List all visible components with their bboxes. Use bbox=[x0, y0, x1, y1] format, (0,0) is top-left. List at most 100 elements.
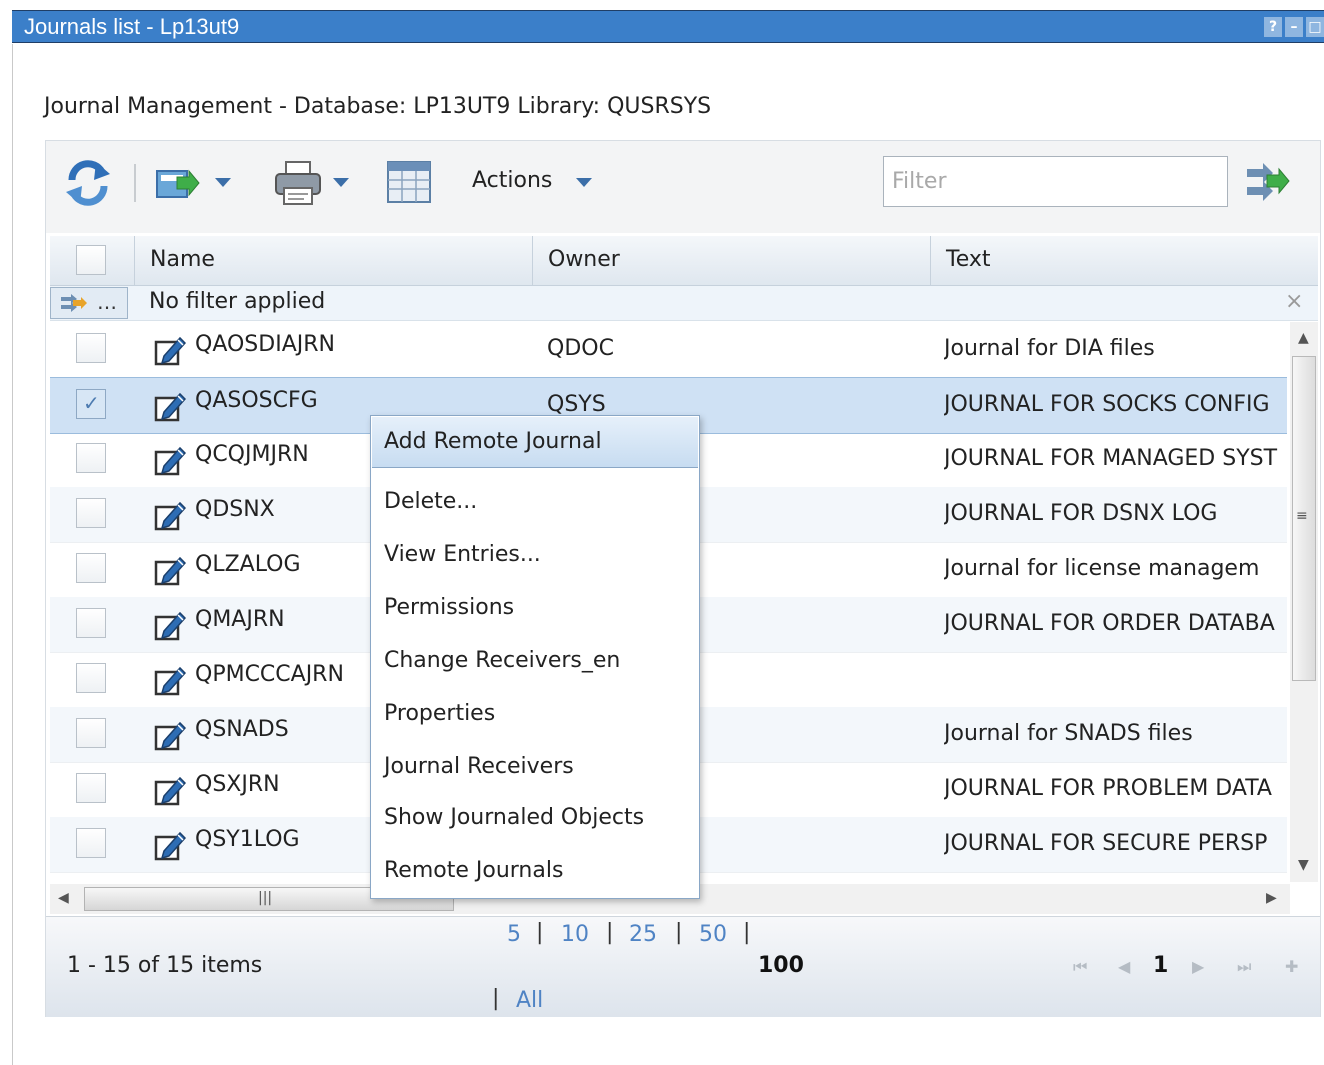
window-title: Journals list - Lp13ut9 bbox=[24, 14, 240, 39]
scroll-right-icon[interactable]: ▶ bbox=[1266, 890, 1277, 906]
context-menu-item-label: Add Remote Journal bbox=[384, 429, 602, 454]
maximize-button[interactable]: □ bbox=[1306, 17, 1324, 37]
context-menu-item[interactable]: Add Remote Journal bbox=[372, 417, 698, 468]
context-menu-item-label: Delete... bbox=[384, 489, 478, 514]
page-size-separator: | bbox=[606, 920, 614, 945]
scroll-left-icon[interactable]: ◀ bbox=[58, 890, 69, 906]
journal-icon bbox=[154, 829, 187, 861]
context-menu-item-label: Permissions bbox=[384, 595, 515, 620]
select-all-checkbox[interactable] bbox=[76, 245, 106, 275]
page-size-10[interactable]: 10 bbox=[561, 922, 589, 947]
window-titlebar: Journals list - Lp13ut9 ? – □ bbox=[12, 10, 1324, 43]
page-size-separator: | bbox=[675, 920, 683, 945]
filter-options-button[interactable]: … bbox=[50, 287, 128, 319]
journal-icon bbox=[154, 499, 187, 531]
row-checkbox[interactable] bbox=[76, 333, 106, 363]
context-menu-item[interactable]: Change Receivers_en bbox=[372, 636, 698, 686]
journal-text: JOURNAL FOR MANAGED SYST bbox=[944, 446, 1278, 471]
page-heading: Journal Management - Database: LP13UT9 L… bbox=[44, 94, 712, 119]
journal-name[interactable]: QMAJRN bbox=[195, 607, 285, 632]
first-page-icon[interactable]: ⏮ bbox=[1073, 957, 1087, 977]
help-button[interactable]: ? bbox=[1264, 17, 1282, 37]
export-icon[interactable] bbox=[155, 163, 201, 201]
journal-text: JOURNAL FOR SOCKS CONFIG bbox=[944, 392, 1270, 417]
journal-name[interactable]: QPMCCCAJRN bbox=[195, 662, 344, 687]
journal-icon bbox=[154, 444, 187, 476]
row-checkbox[interactable] bbox=[76, 553, 106, 583]
context-menu-item-label: Properties bbox=[384, 701, 496, 726]
column-header-text-label: Text bbox=[946, 247, 991, 272]
row-checkbox[interactable] bbox=[76, 389, 106, 419]
column-header-name-label: Name bbox=[150, 247, 215, 272]
journal-text: Journal for license managem bbox=[944, 556, 1260, 581]
page-size-5[interactable]: 5 bbox=[507, 922, 521, 947]
journal-name[interactable]: QCQJMJRN bbox=[195, 442, 309, 467]
go-to-page-icon[interactable]: ✚ bbox=[1285, 957, 1298, 976]
column-header-owner-label: Owner bbox=[548, 247, 620, 272]
actions-dropdown-arrow-icon[interactable] bbox=[576, 178, 592, 187]
table-config-icon[interactable] bbox=[386, 160, 432, 206]
current-page-number[interactable]: 1 bbox=[1153, 953, 1168, 978]
row-checkbox[interactable] bbox=[76, 663, 106, 693]
journal-name[interactable]: QASOSCFG bbox=[195, 388, 318, 413]
filter-status-text: No filter applied bbox=[149, 289, 326, 314]
journal-name[interactable]: QSY1LOG bbox=[195, 827, 300, 852]
next-page-icon[interactable]: ▶ bbox=[1192, 957, 1204, 976]
apply-filter-icon[interactable] bbox=[1243, 159, 1291, 205]
last-page-icon[interactable]: ⏭ bbox=[1237, 957, 1251, 977]
journal-name[interactable]: QDSNX bbox=[195, 497, 275, 522]
journal-text: JOURNAL FOR SECURE PERSP bbox=[944, 831, 1268, 856]
row-checkbox[interactable] bbox=[76, 608, 106, 638]
clear-filter-icon[interactable]: × bbox=[1285, 289, 1303, 314]
previous-page-icon[interactable]: ◀ bbox=[1118, 957, 1130, 976]
column-header-owner[interactable]: Owner bbox=[532, 236, 931, 285]
context-menu-item[interactable]: View Entries... bbox=[372, 530, 698, 580]
page-size-25[interactable]: 25 bbox=[629, 922, 657, 947]
journal-icon bbox=[154, 774, 187, 806]
row-checkbox[interactable] bbox=[76, 828, 106, 858]
journal-text: JOURNAL FOR DSNX LOG bbox=[944, 501, 1218, 526]
export-dropdown-arrow-icon[interactable] bbox=[215, 178, 231, 187]
page-size-50[interactable]: 50 bbox=[699, 922, 727, 947]
journal-text: Journal for SNADS files bbox=[944, 721, 1193, 746]
context-menu: Add Remote Journal Delete... View Entries.… bbox=[370, 415, 700, 899]
journal-icon bbox=[154, 554, 187, 586]
filter-input[interactable] bbox=[883, 156, 1228, 207]
context-menu-item[interactable]: Properties bbox=[372, 689, 698, 739]
journal-name[interactable]: QLZALOG bbox=[195, 552, 301, 577]
table-row[interactable]: QAOSDIAJRN QDOC Journal for DIA files bbox=[50, 322, 1287, 378]
print-dropdown-arrow-icon[interactable] bbox=[333, 178, 349, 187]
journal-icon bbox=[154, 390, 187, 422]
window-border bbox=[12, 44, 13, 1065]
journal-text: JOURNAL FOR PROBLEM DATA bbox=[944, 776, 1272, 801]
column-header-name[interactable]: Name bbox=[134, 236, 533, 285]
context-menu-item-label: Change Receivers_en bbox=[384, 648, 621, 673]
scroll-up-icon[interactable]: ▲ bbox=[1298, 330, 1309, 346]
table-header: Name Owner Text bbox=[50, 236, 1318, 286]
row-checkbox[interactable] bbox=[76, 498, 106, 528]
context-menu-item[interactable]: Show Journaled Objects bbox=[372, 793, 698, 843]
journal-icon bbox=[154, 719, 187, 751]
context-menu-item[interactable]: Journal Receivers bbox=[372, 742, 698, 792]
row-checkbox[interactable] bbox=[76, 773, 106, 803]
actions-menu-label[interactable]: Actions bbox=[472, 168, 552, 193]
column-header-text[interactable]: Text bbox=[930, 236, 1319, 285]
journal-text: JOURNAL FOR ORDER DATABA bbox=[944, 611, 1275, 636]
context-menu-item-label: Remote Journals bbox=[384, 858, 564, 883]
journal-name[interactable]: QSXJRN bbox=[195, 772, 280, 797]
journal-name[interactable]: QAOSDIAJRN bbox=[195, 332, 335, 357]
row-checkbox[interactable] bbox=[76, 443, 106, 473]
print-icon[interactable] bbox=[274, 160, 322, 206]
journal-owner: QDOC bbox=[547, 336, 614, 361]
journal-name[interactable]: QSNADS bbox=[195, 717, 289, 742]
page-size-all[interactable]: All bbox=[516, 988, 543, 1013]
minimize-button[interactable]: – bbox=[1285, 17, 1303, 37]
scroll-down-icon[interactable]: ▼ bbox=[1298, 857, 1309, 873]
context-menu-item[interactable]: Permissions bbox=[372, 583, 698, 633]
journal-icon bbox=[154, 609, 187, 641]
context-menu-item[interactable]: Delete... bbox=[372, 477, 698, 527]
refresh-icon[interactable] bbox=[64, 160, 112, 206]
scroll-grip-icon: ≡ bbox=[1296, 508, 1308, 524]
context-menu-item[interactable]: Remote Journals bbox=[372, 846, 698, 896]
row-checkbox[interactable] bbox=[76, 718, 106, 748]
